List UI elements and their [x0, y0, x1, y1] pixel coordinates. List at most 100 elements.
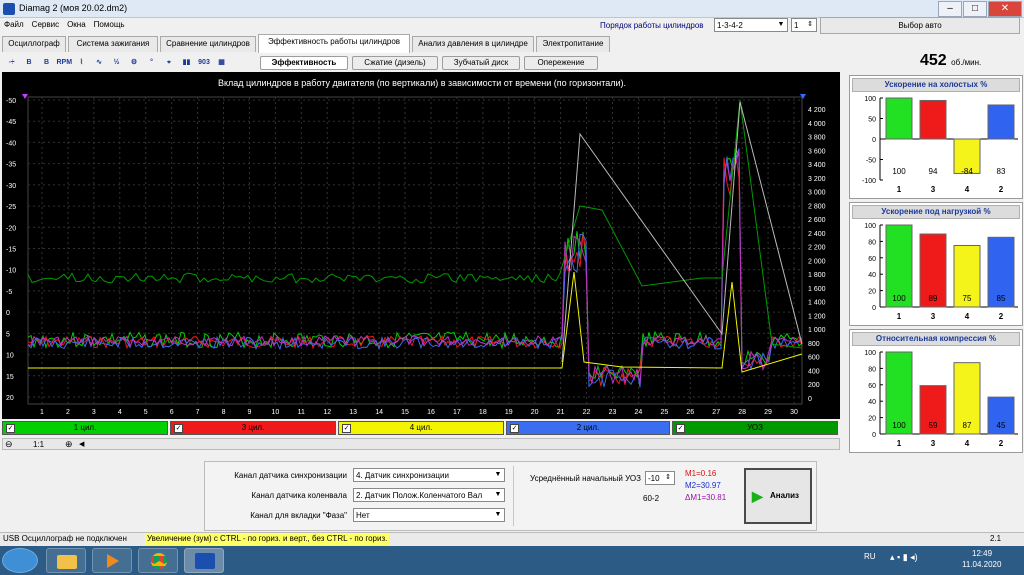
rpm-icon[interactable]: RPM [57, 56, 73, 70]
x-tick-label: 4 [118, 409, 122, 416]
cursor-b-icon[interactable]: B [39, 56, 54, 70]
analyze-button[interactable]: ▶ Анализ [744, 468, 812, 524]
y-tick-label: -30 [6, 183, 16, 190]
rpm-readout: 452 об./мин. [920, 52, 981, 70]
phase-channel-label: Канал для вкладки "Фаза" [250, 511, 347, 520]
zoom-vertical-icon[interactable]: ◦÷ [4, 56, 19, 70]
y2-tick-label: 3 400 [808, 162, 826, 169]
start-button[interactable] [2, 548, 38, 573]
y2-tick-label: 1 800 [808, 272, 826, 279]
subtab-diesel-compression[interactable]: Сжатие (дизель) [352, 56, 438, 70]
select-car-button[interactable]: Выбор авто [820, 17, 1020, 34]
marker-m1: M1=0.16 [685, 469, 717, 478]
tray-icons: ▴ ▪ ▮ ◂) [890, 552, 918, 562]
sync-channel-select[interactable]: 4. Датчик синхронизации ▼ [353, 468, 505, 482]
tab-ignition[interactable]: Система зажигания [68, 36, 158, 52]
panel-title: Ускорение на холостых % [852, 78, 1020, 92]
x-tick-label: 25 [660, 409, 668, 416]
tab-cylinder-efficiency[interactable]: Эффективность работы цилиндров [258, 34, 410, 53]
relative-compression-chart: 100 80 60 40 20 0 100 1 59 3 87 4 45 2 [864, 350, 1018, 448]
bar-cylinder-2 [987, 104, 1015, 140]
y2-tick-label: 2 400 [808, 231, 826, 238]
half-icon[interactable]: ½ [109, 56, 124, 70]
x-tick-label: 22 [583, 409, 591, 416]
bar-category-label: 3 [931, 312, 936, 321]
zoom-out-icon[interactable]: ⊖ [5, 439, 13, 450]
bold-b-icon[interactable]: B [22, 56, 37, 70]
angle-icon[interactable]: ° [144, 56, 159, 70]
usb-status: USB Осциллограф не подключен [3, 534, 127, 543]
media-player-icon[interactable] [92, 548, 132, 573]
chevron-down-icon: ▼ [494, 471, 502, 478]
sync-channel-value: 4. Датчик синхронизации [356, 471, 449, 480]
x-tick-label: 27 [712, 409, 720, 416]
bar-category-label: 1 [897, 439, 902, 448]
filter-icon[interactable]: ⚙ [127, 56, 142, 70]
language-indicator[interactable]: RU [864, 552, 876, 561]
bar-tick-label: 0 [872, 137, 876, 144]
diamag-taskbar-icon[interactable] [184, 548, 224, 573]
y2-tick-label: 1 600 [808, 286, 826, 293]
channel-uoz[interactable]: ✓ УОЗ [672, 421, 838, 435]
efficiency-chart[interactable]: Вклад цилиндров в работу двигателя (по в… [2, 72, 840, 419]
zoom-in-icon[interactable]: ⊕ [65, 439, 73, 450]
bar-category-label: 1 [897, 312, 902, 321]
scroll-left-icon[interactable]: ◀ [79, 440, 84, 448]
channel-label: 2 цил. [576, 423, 600, 432]
marker-icon[interactable]: ⌖ [162, 56, 177, 70]
tab-cylinder-compare[interactable]: Сравнение цилиндров [160, 36, 256, 52]
crank-channel-value: 2. Датчик Полож.Коленчатого Вал [356, 491, 483, 500]
graph-axis-icon[interactable]: ⌇ [74, 56, 89, 70]
channel-label: 1 цил. [73, 423, 97, 432]
spinner-arrows-icon: ⇕ [807, 21, 813, 28]
y2-tick-label: 3 600 [808, 148, 826, 155]
subtab-toothed-disk[interactable]: Зубчатый диск [442, 56, 520, 70]
close-button[interactable]: ✕ [988, 1, 1022, 17]
checkbox-icon[interactable]: ✓ [342, 424, 351, 433]
bar-value-label: 83 [997, 167, 1006, 176]
y2-tick-label: 0 [808, 396, 812, 403]
menu-help[interactable]: Помощь [90, 18, 129, 31]
channel-cylinder-3[interactable]: ✓ 4 цил. [338, 421, 504, 435]
menu-file[interactable]: Файл [0, 18, 28, 31]
checkbox-icon[interactable]: ✓ [510, 424, 519, 433]
tab-oscilloscope[interactable]: Осциллограф [2, 36, 66, 52]
checkbox-icon[interactable]: ✓ [676, 424, 685, 433]
curve-icon[interactable]: ∿ [92, 56, 107, 70]
tab-power-supply[interactable]: Электропитание [536, 36, 610, 52]
uoz-label: Усреднённый начальный УОЗ [530, 474, 641, 483]
maximize-button[interactable]: □ [963, 1, 987, 17]
cylinder-index-spinner[interactable]: 1 ⇕ [791, 18, 817, 32]
chrome-icon[interactable] [138, 548, 178, 573]
channel-cylinder-1[interactable]: ✓ 1 цил. [2, 421, 168, 435]
bar-tick-label: -50 [866, 158, 876, 165]
bar-category-label: 3 [931, 185, 936, 194]
efficiency-chart-svg: Вклад цилиндров в работу двигателя (по в… [6, 78, 826, 416]
x-tick-label: 30 [790, 409, 798, 416]
crank-channel-select[interactable]: 2. Датчик Полож.Коленчатого Вал ▼ [353, 488, 505, 502]
checkbox-icon[interactable]: ✓ [6, 424, 15, 433]
phase-channel-select[interactable]: Нет ▼ [353, 508, 505, 522]
bar-category-label: 4 [965, 312, 970, 321]
explorer-icon[interactable] [46, 548, 86, 573]
channel-cylinder-2[interactable]: ✓ 3 цил. [170, 421, 336, 435]
y2-tick-label: 2 800 [808, 203, 826, 210]
x-tick-label: 18 [479, 409, 487, 416]
camshaft-icon[interactable]: 903 [197, 56, 212, 70]
y2-tick-label: 4 000 [808, 121, 826, 128]
subtab-advance[interactable]: Опережение [524, 56, 598, 70]
checkbox-icon[interactable]: ✓ [174, 424, 183, 433]
bar-chart-icon[interactable]: ▮▮ [179, 56, 194, 70]
tab-pressure-analysis[interactable]: Анализ давления в цилиндре [412, 36, 534, 52]
menu-windows[interactable]: Окна [63, 18, 90, 31]
uoz-spinner[interactable]: -10 ⇕ [645, 471, 675, 485]
x-tick-label: 16 [427, 409, 435, 416]
menu-service[interactable]: Сервис [28, 18, 63, 31]
cylinder-order-select[interactable]: 1-3-4-2 ▼ [714, 18, 788, 32]
app-icon [3, 3, 15, 15]
bar-tick-label: 40 [868, 272, 876, 279]
subtab-efficiency[interactable]: Эффективность [260, 56, 348, 70]
minimize-button[interactable]: – [938, 1, 962, 17]
channel-cylinder-4[interactable]: ✓ 2 цил. [506, 421, 670, 435]
table-icon[interactable]: ▦ [214, 56, 229, 70]
